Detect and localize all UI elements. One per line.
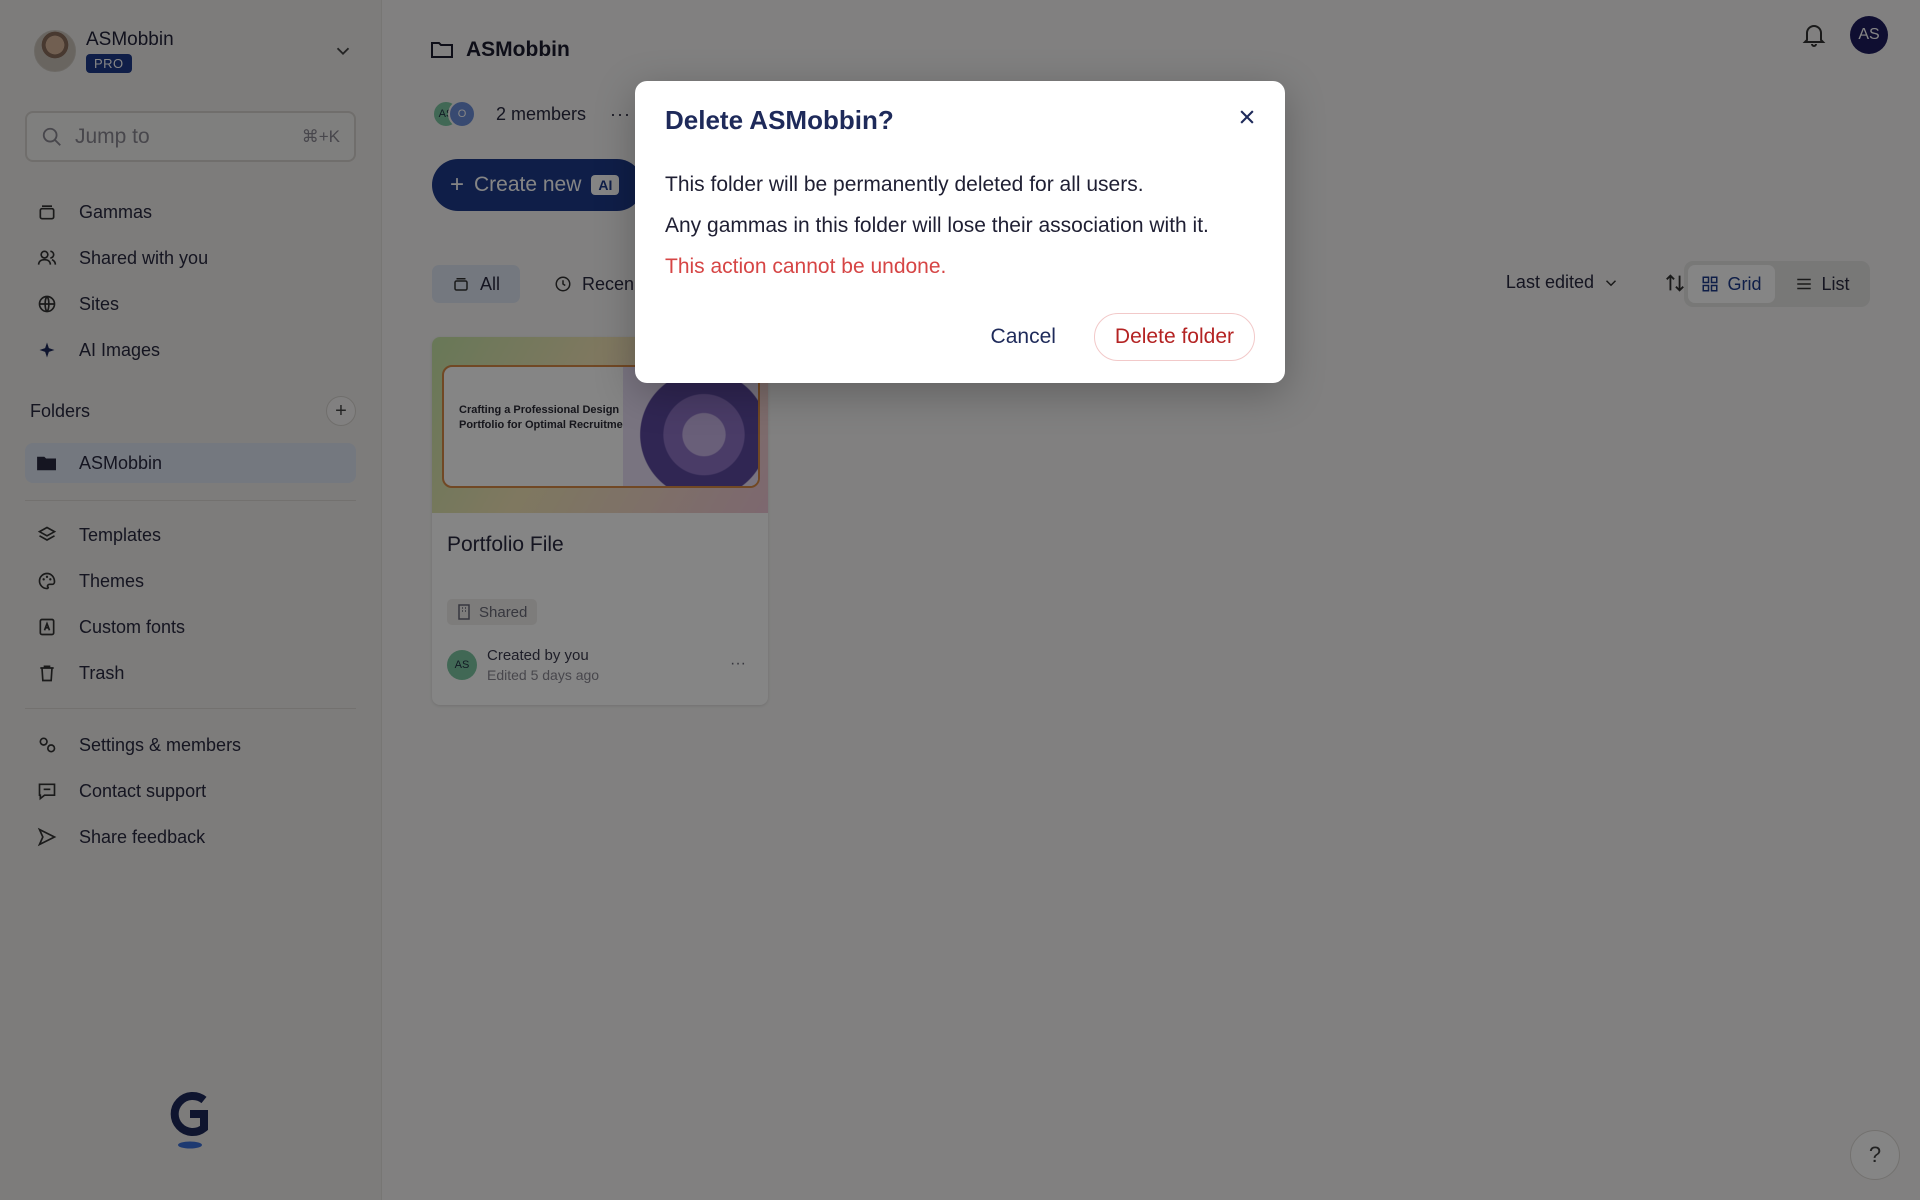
cancel-button[interactable]: Cancel [969,313,1078,361]
dialog-actions: Cancel Delete folder [969,313,1255,361]
dialog-title: Delete ASMobbin? [665,105,894,135]
delete-folder-dialog: Delete ASMobbin? This folder will be per… [635,81,1285,383]
dialog-body: This folder will be permanently deleted … [665,171,1265,294]
close-icon[interactable] [1229,99,1265,135]
dialog-message: Any gammas in this folder will lose thei… [665,214,1209,237]
dialog-message: This folder will be permanently deleted … [665,173,1144,196]
dialog-warning: This action cannot be undone. [665,255,947,278]
delete-folder-button[interactable]: Delete folder [1093,313,1255,361]
